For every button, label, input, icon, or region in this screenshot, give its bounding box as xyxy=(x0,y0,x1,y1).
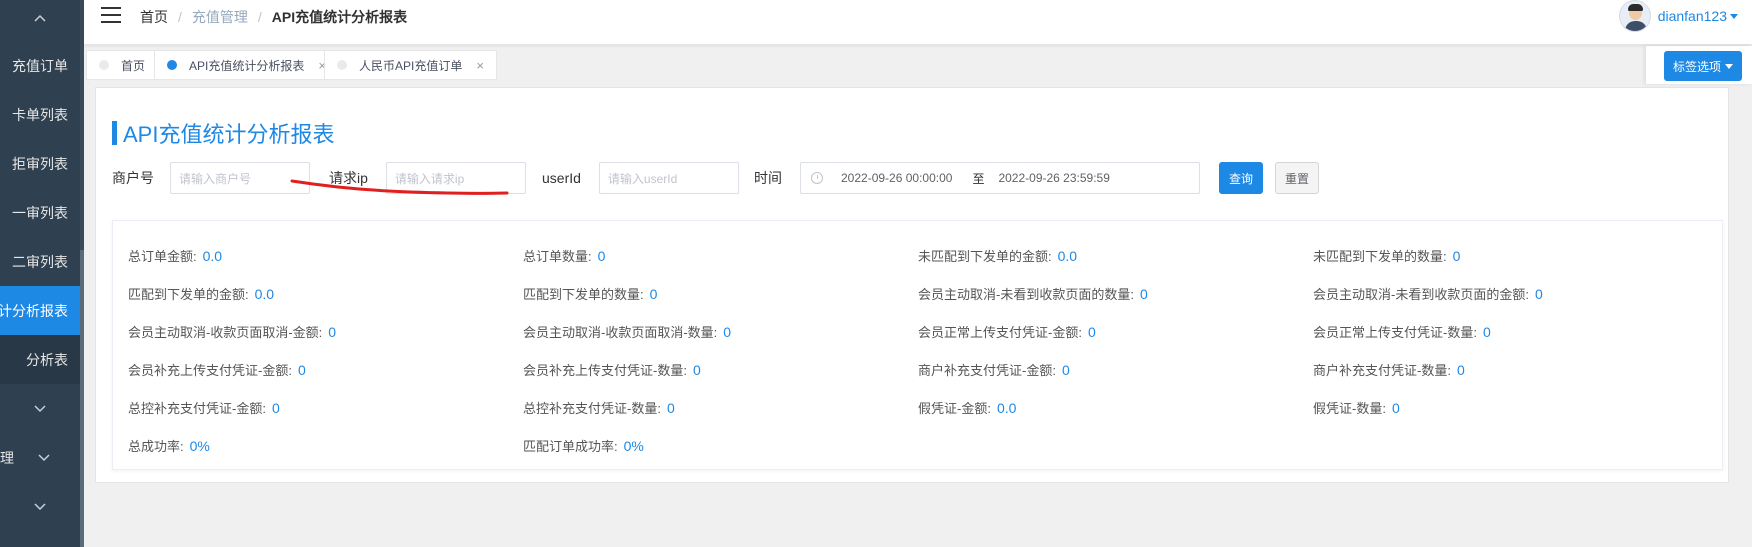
tab-rmb-api-orders[interactable]: 人民币API充值订单 × xyxy=(324,50,497,80)
breadcrumb-recharge-management: 充值管理 xyxy=(191,9,248,25)
stat-merchant-supplement-count: 商户补充支付凭证-数量: 0 xyxy=(1313,362,1465,378)
sidebar-item-first-review[interactable]: 一审列表 xyxy=(0,188,80,237)
stat-matched-success-rate: 匹配订单成功率: 0% xyxy=(523,438,644,454)
sidebar-item-api-stats-report[interactable]: 计分析报表 xyxy=(0,286,80,335)
chevron-down-icon[interactable] xyxy=(0,384,80,433)
caret-down-icon xyxy=(1725,63,1733,69)
breadcrumb-home[interactable]: 首页 xyxy=(140,7,168,27)
chevron-up-icon[interactable] xyxy=(0,0,80,36)
stat-normal-upload-count: 会员正常上传支付凭证-数量: 0 xyxy=(1313,324,1491,340)
merchant-label: 商户号 xyxy=(112,170,154,186)
breadcrumb-separator: / xyxy=(178,9,182,25)
menu-toggle-icon[interactable] xyxy=(101,7,121,23)
sidebar-item-label: 理 xyxy=(0,449,14,466)
stat-merchant-supplement-amount: 商户补充支付凭证-金额: 0 xyxy=(918,362,1070,378)
filter-userid: userId 请输入userId xyxy=(542,162,739,194)
stat-cancel-unseen-count: 会员主动取消-未看到收款页面的数量: 0 xyxy=(918,286,1148,302)
stat-cancel-page-count: 会员主动取消-收款页面取消-数量: 0 xyxy=(523,324,732,340)
top-navbar: 首页 / 充值管理 / API充值统计分析报表 dianfan123 xyxy=(84,0,1752,45)
avatar[interactable] xyxy=(1618,0,1651,32)
stat-total-success-rate: 总成功率: 0% xyxy=(128,438,210,454)
stat-unmatched-count: 未匹配到下发单的数量: 0 xyxy=(1313,248,1461,264)
main-panel: API充值统计分析报表 商户号 请输入商户号 请求ip 请输入请求ip user… xyxy=(95,87,1729,483)
scrollbar-thumb[interactable] xyxy=(80,250,84,547)
title-accent-bar xyxy=(112,121,117,145)
sidebar-item-label: 拒审列表 xyxy=(12,155,68,172)
reset-button[interactable]: 重置 xyxy=(1275,162,1320,194)
stat-cancel-unseen-amount: 会员主动取消-未看到收款页面的金额: 0 xyxy=(1313,286,1543,302)
sidebar-item-analysis[interactable]: 分析表 xyxy=(0,335,80,384)
breadcrumb-current: API充值统计分析报表 xyxy=(271,9,408,25)
sidebar-item-label: 分析表 xyxy=(26,351,68,368)
stat-admin-supplement-count: 总控补充支付凭证-数量: 0 xyxy=(523,400,675,416)
tab-label: 人民币API充值订单 xyxy=(359,58,463,73)
date-range-separator: 至 xyxy=(972,171,985,186)
stats-card: 总订单金额: 0.0 总订单数量: 0 未匹配到下发单的金额: 0.0 未匹配到下发单… xyxy=(112,220,1723,470)
chevron-down-icon xyxy=(38,451,50,465)
stat-cancel-page-amount: 会员主动取消-收款页面取消-金额: 0 xyxy=(128,324,337,340)
stat-normal-upload-amount: 会员正常上传支付凭证-金额: 0 xyxy=(918,324,1096,340)
username[interactable]: dianfan123 xyxy=(1658,8,1727,24)
stat-unmatched-amount: 未匹配到下发单的金额: 0.0 xyxy=(918,248,1078,264)
sidebar-item-second-review[interactable]: 二审列表 xyxy=(0,237,80,286)
tab-options-button[interactable]: 标签选项 xyxy=(1663,51,1742,81)
stat-member-supplement-count: 会员补充上传支付凭证-数量: 0 xyxy=(523,362,701,378)
stat-matched-amount: 匹配到下发单的金额: 0.0 xyxy=(128,286,275,302)
sidebar-item-label: 二审列表 xyxy=(12,253,68,270)
sidebar-item-label: 一审列表 xyxy=(12,204,68,221)
tab-status-dot xyxy=(99,60,109,70)
sidebar-item-management[interactable]: 理 xyxy=(0,433,80,482)
sidebar-item-recharge-orders[interactable]: 充值订单 xyxy=(0,41,80,90)
caret-down-icon[interactable] xyxy=(1730,13,1738,19)
date-range-picker[interactable]: 2022-09-26 00:00:00 至 2022-09-26 23:59:5… xyxy=(800,162,1200,194)
sidebar-item-stuck-orders[interactable]: 卡单列表 xyxy=(0,90,80,139)
clock-icon xyxy=(811,172,823,184)
filter-time: 时间 2022-09-26 00:00:00 至 2022-09-26 23:5… xyxy=(754,162,1200,194)
userid-label: userId xyxy=(542,170,581,186)
tab-home[interactable]: 首页 xyxy=(86,50,159,80)
query-button[interactable]: 查询 xyxy=(1219,162,1264,194)
filter-merchant: 商户号 请输入商户号 xyxy=(112,162,310,194)
page-title-text: API充值统计分析报表 xyxy=(123,122,335,147)
stat-admin-supplement-amount: 总控补充支付凭证-金额: 0 xyxy=(128,400,280,416)
sidebar-item-label: 卡单列表 xyxy=(12,106,68,123)
date-start[interactable]: 2022-09-26 00:00:00 xyxy=(841,171,952,185)
chevron-down-icon[interactable] xyxy=(0,482,80,531)
tab-api-stats-report[interactable]: API充值统计分析报表 × xyxy=(154,50,339,80)
sidebar: 充值订单 卡单列表 拒审列表 一审列表 二审列表 计分析报表 分析表 理 xyxy=(0,0,84,547)
filter-actions: 查询 重置 xyxy=(1219,162,1320,194)
tab-options-label: 标签选项 xyxy=(1672,59,1721,74)
merchant-input[interactable]: 请输入商户号 xyxy=(170,162,310,194)
stat-total-order-amount: 总订单金额: 0.0 xyxy=(128,248,223,264)
tab-status-dot xyxy=(337,60,347,70)
stat-matched-count: 匹配到下发单的数量: 0 xyxy=(523,286,658,302)
stat-fake-voucher-amount: 假凭证-金额: 0.0 xyxy=(918,400,1017,416)
tab-label: API充值统计分析报表 xyxy=(189,58,305,73)
stat-member-supplement-amount: 会员补充上传支付凭证-金额: 0 xyxy=(128,362,306,378)
user-menu[interactable]: dianfan123 xyxy=(1618,0,1738,32)
stat-total-order-count: 总订单数量: 0 xyxy=(523,248,606,264)
stat-fake-voucher-count: 假凭证-数量: 0 xyxy=(1313,400,1400,416)
tab-label: 首页 xyxy=(121,58,146,73)
close-icon[interactable]: × xyxy=(476,58,484,73)
sidebar-item-rejected-list[interactable]: 拒审列表 xyxy=(0,139,80,188)
sidebar-item-label: 充值订单 xyxy=(12,57,68,74)
tab-status-dot xyxy=(167,60,177,70)
date-end[interactable]: 2022-09-26 23:59:59 xyxy=(998,171,1109,185)
userid-input[interactable]: 请输入userId xyxy=(598,162,739,194)
page-title: API充值统计分析报表 xyxy=(112,117,334,149)
breadcrumb: 首页 / 充值管理 / API充值统计分析报表 xyxy=(140,7,407,27)
sidebar-item-label: 计分析报表 xyxy=(0,302,68,319)
breadcrumb-separator: / xyxy=(257,9,262,25)
red-annotation-line xyxy=(290,179,509,195)
tags-view: 首页 API充值统计分析报表 × 人民币API充值订单 × 标签选项 xyxy=(84,46,1752,84)
time-label: 时间 xyxy=(754,170,782,186)
